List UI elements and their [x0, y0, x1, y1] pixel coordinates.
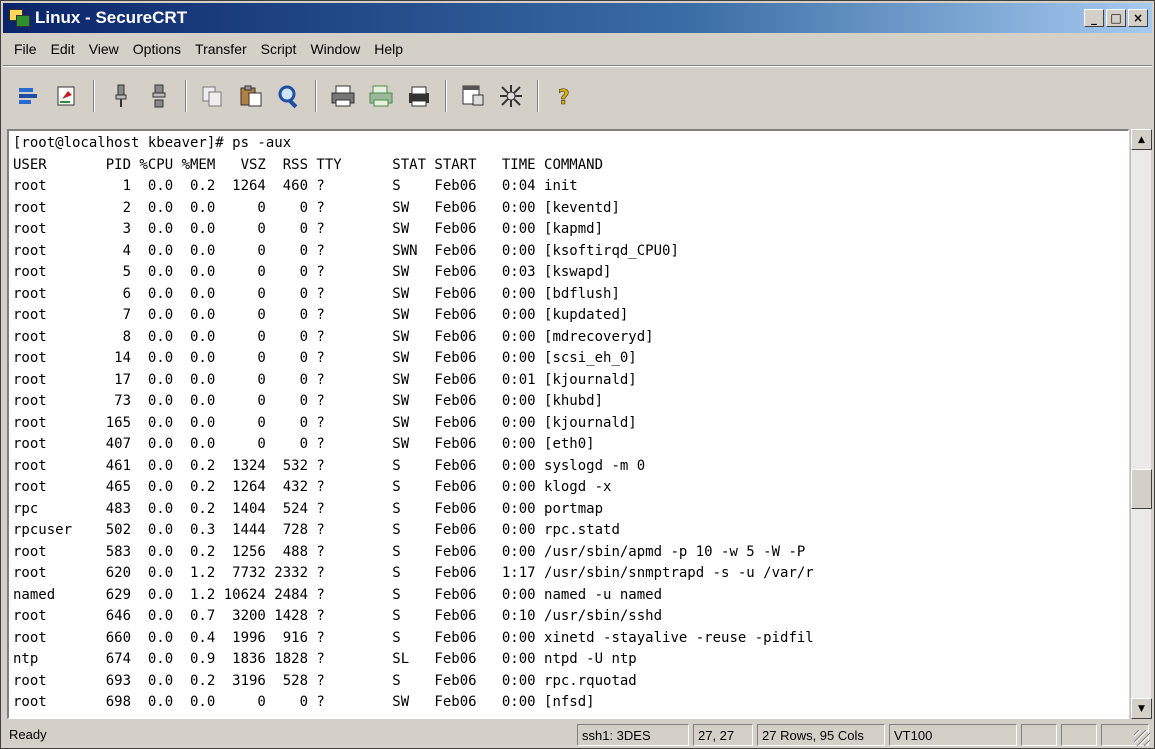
menu-view[interactable]: View	[82, 38, 126, 60]
process-row: root 5 0.0 0.0 0 0 ? SW Feb06 0:03 [kswa…	[13, 264, 612, 280]
minimize-button[interactable]: _	[1084, 9, 1104, 27]
process-row: root 4 0.0 0.0 0 0 ? SWN Feb06 0:00 [kso…	[13, 242, 679, 259]
ps-output: root 1 0.0 0.2 1264 460 ? S Feb06 0:04 i…	[13, 178, 814, 710]
find-icon[interactable]	[271, 78, 307, 114]
process-row: root 461 0.0 0.2 1324 532 ? S Feb06 0:00…	[13, 457, 646, 474]
securecrt-app-icon	[9, 9, 31, 27]
print-selection-icon[interactable]	[363, 78, 399, 114]
process-row: rpc 483 0.0 0.2 1404 524 ? S Feb06 0:00 …	[13, 500, 604, 517]
process-row: root 3 0.0 0.0 0 0 ? SW Feb06 0:00 [kapm…	[13, 221, 604, 237]
paste-icon[interactable]	[233, 78, 269, 114]
process-row: root 646 0.0 0.7 3200 1428 ? S Feb06 0:1…	[13, 608, 663, 624]
menu-transfer[interactable]: Transfer	[188, 38, 254, 60]
title-bar[interactable]: Linux - SecureCRT _ □ ×	[3, 3, 1152, 33]
process-row: root 8 0.0 0.0 0 0 ? SW Feb06 0:00 [mdre…	[13, 328, 654, 345]
process-row: root 693 0.0 0.2 3196 528 ? S Feb06 0:00…	[13, 672, 637, 689]
menu-separator	[3, 65, 1152, 67]
process-row: root 698 0.0 0.0 0 0 ? SW Feb06 0:00 [nf…	[13, 694, 595, 710]
process-row: root 660 0.0 0.4 1996 916 ? S Feb06 0:00…	[13, 629, 814, 646]
status-panel-empty	[1061, 724, 1097, 746]
menu-options[interactable]: Options	[126, 38, 188, 60]
scroll-up-icon[interactable]: ▲	[1131, 129, 1152, 150]
process-row: root 6 0.0 0.0 0 0 ? SW Feb06 0:00 [bdfl…	[13, 285, 620, 302]
process-row: root 583 0.0 0.2 1256 488 ? S Feb06 0:00…	[13, 543, 806, 560]
encryption-status: ssh1: 3DES	[577, 724, 689, 746]
toolbar-separator	[445, 80, 447, 112]
emulation-type: VT100	[889, 724, 1017, 746]
maximize-button[interactable]: □	[1106, 9, 1126, 27]
copy-icon[interactable]	[195, 78, 231, 114]
menu-file[interactable]: File	[7, 38, 44, 60]
process-row: root 73 0.0 0.0 0 0 ? SW Feb06 0:00 [khu…	[13, 393, 604, 409]
status-text: Ready	[9, 727, 47, 742]
process-row: root 14 0.0 0.0 0 0 ? SW Feb06 0:00 [scs…	[13, 350, 637, 366]
scroll-down-icon[interactable]: ▼	[1131, 698, 1152, 719]
process-row: root 165 0.0 0.0 0 0 ? SW Feb06 0:00 [kj…	[13, 414, 637, 431]
window-title: Linux - SecureCRT	[35, 8, 188, 27]
resize-grip-icon[interactable]	[1134, 730, 1150, 746]
scroll-thumb[interactable]	[1131, 469, 1152, 509]
process-row: rpcuser 502 0.0 0.3 1444 728 ? S Feb06 0…	[13, 522, 620, 538]
svg-text:?: ?	[558, 85, 570, 109]
vertical-scrollbar[interactable]: ▲ ▼	[1130, 129, 1152, 719]
menu-window[interactable]: Window	[303, 38, 367, 60]
terminal-size: 27 Rows, 95 Cols	[757, 724, 885, 746]
menu-bar: File Edit View Options Transfer Script W…	[3, 35, 1152, 63]
securecrt-window: Linux - SecureCRT _ □ × File Edit View O…	[0, 0, 1155, 749]
ps-header: USER PID %CPU %MEM VSZ RSS TTY STAT STAR…	[13, 156, 604, 173]
process-row: root 465 0.0 0.2 1264 432 ? S Feb06 0:00…	[13, 479, 612, 495]
help-icon[interactable]: ?	[547, 78, 583, 114]
toolbar: ?	[3, 69, 1152, 123]
process-row: root 620 0.0 1.2 7732 2332 ? S Feb06 1:1…	[13, 565, 814, 581]
disconnect-icon[interactable]	[141, 78, 177, 114]
connect-icon[interactable]	[11, 78, 47, 114]
process-row: ntp 674 0.0 0.9 1836 1828 ? SL Feb06 0:0…	[13, 651, 637, 667]
terminal-area[interactable]: [root@localhost kbeaver]# ps -aux USER P…	[7, 129, 1129, 719]
close-button[interactable]: ×	[1128, 9, 1148, 27]
status-bar: Ready ssh1: 3DES 27, 27 27 Rows, 95 Cols…	[3, 722, 1152, 748]
process-row: named 629 0.0 1.2 10624 2484 ? S Feb06 0…	[13, 586, 663, 603]
connect-in-tab-icon[interactable]	[103, 78, 139, 114]
toolbar-separator	[185, 80, 187, 112]
process-row: root 407 0.0 0.0 0 0 ? SW Feb06 0:00 [et…	[13, 436, 595, 452]
quick-connect-icon[interactable]	[49, 78, 85, 114]
menu-help[interactable]: Help	[367, 38, 410, 60]
print-icon[interactable]	[325, 78, 361, 114]
global-options-icon[interactable]	[493, 78, 529, 114]
menu-edit[interactable]: Edit	[44, 38, 82, 60]
toolbar-separator	[93, 80, 95, 112]
toolbar-separator	[315, 80, 317, 112]
process-row: root 2 0.0 0.0 0 0 ? SW Feb06 0:00 [keve…	[13, 199, 620, 216]
status-panel-empty	[1021, 724, 1057, 746]
session-options-icon[interactable]	[455, 78, 491, 114]
terminal-text: [root@localhost kbeaver]# ps -aux USER P…	[13, 133, 814, 714]
process-row: root 1 0.0 0.2 1264 460 ? S Feb06 0:04 i…	[13, 178, 578, 194]
menu-script[interactable]: Script	[254, 38, 304, 60]
process-row: root 7 0.0 0.0 0 0 ? SW Feb06 0:00 [kupd…	[13, 307, 629, 323]
print-setup-icon[interactable]	[401, 78, 437, 114]
process-row: root 17 0.0 0.0 0 0 ? SW Feb06 0:01 [kjo…	[13, 371, 637, 388]
terminal-prompt: [root@localhost kbeaver]# ps -aux	[13, 135, 292, 151]
cursor-position: 27, 27	[693, 724, 753, 746]
toolbar-separator	[537, 80, 539, 112]
